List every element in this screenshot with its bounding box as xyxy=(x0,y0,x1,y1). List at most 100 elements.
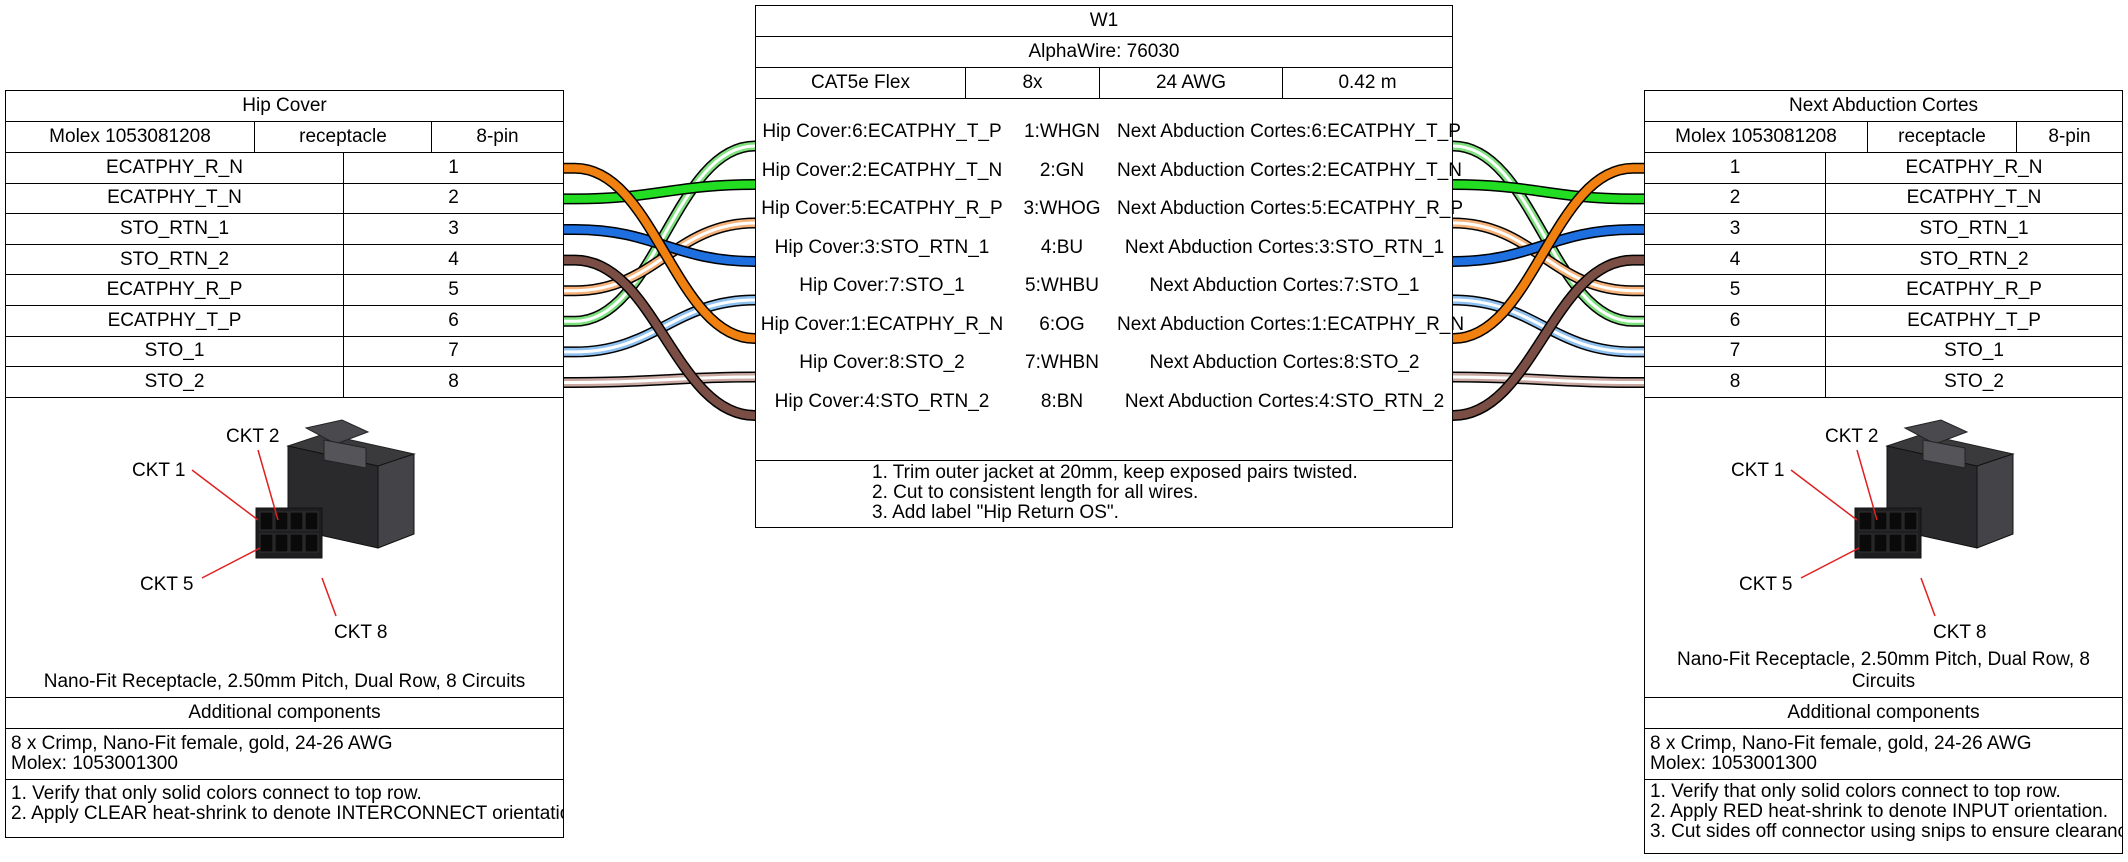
wire-to-label: Next Abduction Cortes:6:ECATPHY_T_P xyxy=(1117,121,1461,142)
right-pin-label: STO_2 xyxy=(1825,367,2122,397)
wire-id-label: 1:WHGN xyxy=(1024,121,1100,142)
left-note-1: 1. Verify that only solid colors connect… xyxy=(11,782,422,804)
right-additional-components: 8 x Crimp, Nano-Fit female, gold, 24-26 … xyxy=(1645,729,2122,779)
left-pin-number: 4 xyxy=(343,244,563,275)
left-pin-number: 6 xyxy=(343,305,563,336)
right-pin-row: 2 ECATPHY_T_N xyxy=(1645,183,2122,215)
wire-label-row: Hip Cover:8:STO_2 7:WHBN Next Abduction Co… xyxy=(757,349,1452,377)
left-pin-label: STO_RTN_1 xyxy=(119,217,230,239)
right-connector-name: Next Abduction Cortes xyxy=(1788,95,1979,116)
cable-note-2: 2. Cut to consistent length for all wire… xyxy=(872,482,1199,503)
left-connector-caption: Nano-Fit Receptacle, 2.50mm Pitch, Dual … xyxy=(43,670,526,692)
right-pin-number: 7 xyxy=(1729,340,1741,362)
left-pin-number: 5 xyxy=(343,275,563,305)
left-connector-pincount: 8-pin xyxy=(431,122,563,152)
wire-id-label: 2:GN xyxy=(1039,159,1085,181)
right-pin-label: ECATPHY_R_N xyxy=(1825,153,2122,183)
wire-label-row: Hip Cover:3:STO_RTN_1 4:BU Next Abduction … xyxy=(757,234,1452,262)
right-pin-label: ECATPHY_R_P xyxy=(1825,275,2122,305)
left-pin-number: 2 xyxy=(343,183,563,214)
wire-id-label: 8:BN xyxy=(1040,390,1084,412)
wire-to-label: Next Abduction Cortes:8:STO_2 xyxy=(1149,352,1420,373)
right-pin-label: ECATPHY_T_N xyxy=(1825,183,2122,214)
cable-table: W1 AlphaWire: 76030 CAT5e Flex 8x 24 AWG… xyxy=(755,5,1453,528)
left-pin-row: ECATPHY_R_P 5 xyxy=(6,275,563,306)
right-connector-caption: Nano-Fit Receptacle, 2.50mm Pitch, Dual … xyxy=(1677,648,2090,692)
ckt2-label: CKT 2 xyxy=(226,426,280,447)
right-pin-number: 4 xyxy=(1729,248,1741,270)
left-pin-list: ECATPHY_R_N 1 ECATPHY_T_N 2 STO_RTN_1 3 STO_RT… xyxy=(6,153,563,398)
cable-length: 0.42 m xyxy=(1282,68,1452,98)
wire-from-label: Hip Cover:4:STO_RTN_2 xyxy=(774,390,990,412)
right-pin-label: STO_1 xyxy=(1825,336,2122,367)
cable-type: CAT5e Flex xyxy=(811,72,910,93)
left-pin-row: STO_2 8 xyxy=(6,367,563,398)
cable-name: W1 xyxy=(1089,10,1119,31)
left-connector-name: Hip Cover xyxy=(242,95,327,116)
wire-from-label: Hip Cover:7:STO_1 xyxy=(799,275,965,296)
left-connector-table: Hip Cover Molex 1053081208 receptacle 8-… xyxy=(5,90,564,838)
wire-to-label: Next Abduction Cortes:5:ECATPHY_R_P xyxy=(1117,198,1464,219)
wire-id-label: 3:WHOG xyxy=(1023,198,1101,219)
ckt1-label: CKT 1 xyxy=(1731,460,1785,481)
wire-to-label: Next Abduction Cortes:4:STO_RTN_2 xyxy=(1124,390,1445,412)
left-additional-line-1: 8 x Crimp, Nano-Fit female, gold, 24-26 … xyxy=(11,732,393,754)
wire-id-label: 7:WHBN xyxy=(1025,352,1099,373)
right-pin-list: 1 ECATPHY_R_N 2 ECATPHY_T_N 3 STO_RTN_1 4 STO_R… xyxy=(1645,153,2122,398)
right-pin-label: STO_RTN_2 xyxy=(1825,244,2122,275)
left-pin-row: STO_RTN_2 4 xyxy=(6,244,563,276)
connector-housing-icon xyxy=(1854,419,2015,559)
left-pin-number: 1 xyxy=(343,153,563,183)
right-pin-number: 1 xyxy=(1729,156,1741,178)
right-pin-row: 5 ECATPHY_R_P xyxy=(1645,275,2122,306)
left-connector-part: Molex 1053081208 xyxy=(49,126,211,147)
left-pin-number: 8 xyxy=(343,367,563,397)
ckt2-label: CKT 2 xyxy=(1825,426,1879,447)
wire-label-row: Hip Cover:4:STO_RTN_2 8:BN Next Abduction … xyxy=(757,388,1452,416)
right-connector-type: receptacle xyxy=(1867,122,2016,152)
wire-to-label: Next Abduction Cortes:3:STO_RTN_1 xyxy=(1124,236,1445,258)
wire-label-row: Hip Cover:5:ECATPHY_R_P 3:WHOG Next Abduct… xyxy=(757,195,1464,223)
cable-gauge: 24 AWG xyxy=(1099,68,1282,98)
left-pin-label: ECATPHY_R_N xyxy=(106,156,243,178)
left-pin-row: STO_RTN_1 3 xyxy=(6,214,563,245)
left-pin-label: ECATPHY_T_N xyxy=(107,187,242,209)
right-additional-line-1: 8 x Crimp, Nano-Fit female, gold, 24-26 … xyxy=(1650,732,2032,754)
right-pin-number: 6 xyxy=(1729,309,1741,331)
left-additional-line-2: Molex: 1053001300 xyxy=(11,752,178,774)
wire-label-row: Hip Cover:6:ECATPHY_T_P 1:WHGN Next Abduct… xyxy=(757,118,1461,146)
left-pin-number: 3 xyxy=(343,214,563,244)
right-pin-row: 1 ECATPHY_R_N xyxy=(1645,153,2122,184)
cable-count: 8x xyxy=(965,68,1099,98)
right-pin-label: ECATPHY_T_P xyxy=(1825,305,2122,336)
connector-housing-icon xyxy=(255,419,416,559)
right-additional-header: Additional components xyxy=(1787,701,1980,723)
right-connector-part: Molex 1053081208 xyxy=(1675,126,1837,147)
left-pin-label: STO_RTN_2 xyxy=(119,248,230,270)
right-note-2: 2. Apply RED heat-shrink to denote INPUT… xyxy=(1650,800,2109,822)
right-pin-row: 4 STO_RTN_2 xyxy=(1645,244,2122,276)
wire-label-row: Hip Cover:7:STO_1 5:WHBU Next Abduction Co… xyxy=(757,272,1452,300)
left-additional-components: 8 x Crimp, Nano-Fit female, gold, 24-26 … xyxy=(6,729,563,779)
right-pin-row: 8 STO_2 xyxy=(1645,367,2122,398)
left-pin-row: ECATPHY_T_N 2 xyxy=(6,183,563,215)
ckt8-label: CKT 8 xyxy=(1933,622,1987,643)
right-pin-row: 6 ECATPHY_T_P xyxy=(1645,305,2122,337)
ckt8-label: CKT 8 xyxy=(334,622,388,643)
right-pin-number: 3 xyxy=(1729,217,1741,239)
left-pin-row: STO_1 7 xyxy=(6,336,563,368)
right-connector-notes: 1. Verify that only solid colors connect… xyxy=(1645,780,2122,844)
right-note-1: 1. Verify that only solid colors connect… xyxy=(1650,780,2061,802)
left-note-2: 2. Apply CLEAR heat-shrink to denote INT… xyxy=(11,802,563,824)
right-additional-line-2: Molex: 1053001300 xyxy=(1650,752,1817,774)
cable-part: AlphaWire: 76030 xyxy=(1028,41,1180,62)
wire-from-label: Hip Cover:3:STO_RTN_1 xyxy=(774,236,990,258)
left-pin-label: ECATPHY_T_P xyxy=(107,309,242,331)
wire-id-label: 4:BU xyxy=(1040,236,1084,258)
wire-from-label: Hip Cover:2:ECATPHY_T_N xyxy=(761,159,1003,181)
wire-label-row: Hip Cover:1:ECATPHY_R_N 6:OG Next Abductio… xyxy=(757,311,1464,339)
right-pin-number: 5 xyxy=(1729,279,1741,301)
ckt1-label: CKT 1 xyxy=(132,460,186,481)
right-note-3: 3. Cut sides off connector using snips t… xyxy=(1650,820,2122,842)
left-pin-row: ECATPHY_R_N 1 xyxy=(6,153,563,184)
